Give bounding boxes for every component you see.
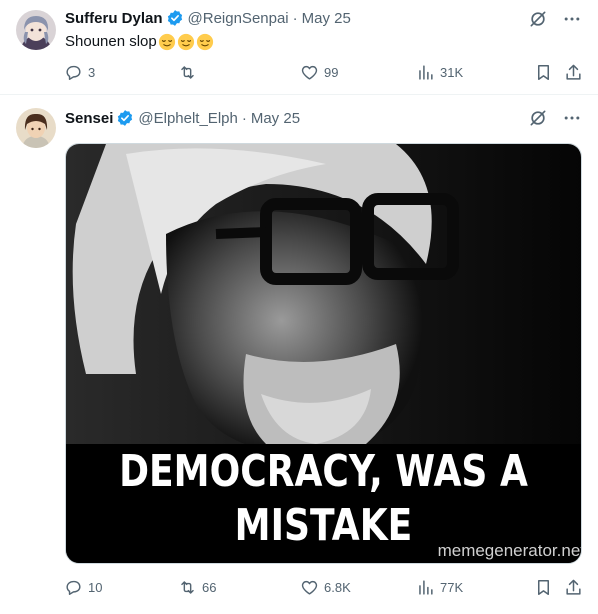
retweet-button[interactable]: 66 (178, 578, 216, 597)
tweet-top-actions (528, 108, 582, 128)
display-name[interactable]: Sensei (65, 110, 113, 127)
tweet-top-actions (528, 9, 582, 29)
separator-dot: · (241, 109, 247, 127)
like-count: 99 (324, 65, 339, 80)
handle[interactable]: @ReignSenpai (188, 10, 289, 27)
tweet-header: Sufferu Dylan @ReignSenpai · May 25 (65, 8, 351, 28)
retweet-icon (181, 66, 194, 79)
tweet-text-content: Shounen slop (65, 33, 157, 50)
reply-count: 10 (88, 580, 103, 595)
tweet-actions: 10 66 6.8K 77K (64, 578, 584, 598)
reply-button[interactable]: 3 (64, 63, 95, 82)
separator-dot: · (292, 9, 298, 27)
relieved-face-icon (177, 33, 194, 51)
views-button[interactable]: 77K (416, 578, 463, 597)
tweet-media-image[interactable]: DEMOCRACY, WAS A MISTAKE memegenerator.n… (65, 143, 582, 564)
bookmark-icon (537, 580, 550, 595)
reply-button[interactable]: 10 (64, 578, 102, 597)
tweet-header: Sensei @Elphelt_Elph · May 25 (65, 108, 300, 128)
tweet-date[interactable]: May 25 (302, 10, 351, 27)
share-button[interactable] (564, 63, 583, 82)
relieved-face-icon (158, 33, 175, 51)
bookmark-button[interactable] (534, 578, 553, 597)
meme-caption-line-1: DEMOCRACY, WAS A (119, 446, 528, 497)
share-icon (566, 579, 581, 595)
tweet[interactable]: Sufferu Dylan @ReignSenpai · May 25 Shou… (0, 0, 598, 95)
tweet[interactable]: Sensei @Elphelt_Elph · May 25 DEMOCRACY,… (0, 96, 598, 614)
relieved-face-icon (196, 33, 213, 51)
bookmark-icon (537, 65, 550, 80)
tweet-actions: 3 99 31K (64, 63, 584, 83)
bookmark-button[interactable] (534, 63, 553, 82)
share-icon (566, 64, 581, 80)
display-name[interactable]: Sufferu Dylan (65, 10, 163, 27)
grok-icon[interactable] (528, 108, 548, 128)
verified-badge-icon (118, 110, 133, 126)
views-button[interactable]: 31K (416, 63, 463, 82)
view-count: 77K (440, 580, 464, 595)
retweet-count: 66 (202, 580, 217, 595)
verified-badge-icon (167, 10, 182, 26)
like-button[interactable]: 99 (300, 63, 338, 82)
views-icon (419, 65, 433, 80)
views-icon (419, 580, 433, 595)
avatar[interactable] (16, 108, 56, 148)
more-icon[interactable] (562, 9, 582, 29)
share-button[interactable] (564, 578, 583, 597)
retweet-icon (181, 581, 194, 594)
tweet-date[interactable]: May 25 (251, 110, 300, 127)
view-count: 31K (440, 65, 464, 80)
reply-count: 3 (88, 65, 96, 80)
more-icon[interactable] (562, 108, 582, 128)
handle[interactable]: @Elphelt_Elph (138, 110, 237, 127)
tweet-text: Shounen slop (65, 32, 214, 52)
grok-icon[interactable] (528, 9, 548, 29)
like-button[interactable]: 6.8K (300, 578, 351, 597)
like-icon (301, 65, 318, 80)
like-count: 6.8K (324, 580, 351, 595)
image-watermark: memegenerator.net (437, 541, 582, 560)
reply-icon (66, 580, 81, 595)
avatar[interactable] (16, 10, 56, 50)
reply-icon (66, 65, 81, 80)
like-icon (301, 580, 318, 595)
retweet-button[interactable] (178, 63, 202, 82)
